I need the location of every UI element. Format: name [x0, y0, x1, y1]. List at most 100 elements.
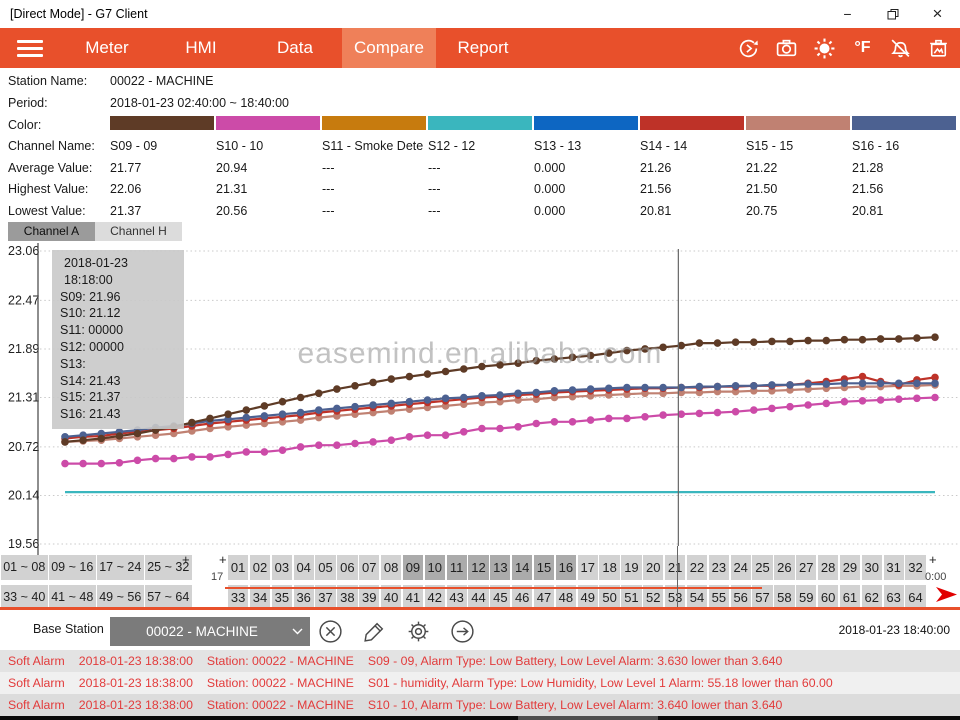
channel-cell-11[interactable]: 11	[447, 555, 467, 580]
channel-cell-27[interactable]: 27	[796, 555, 816, 580]
menu-item-meter[interactable]: Meter	[60, 28, 154, 68]
zoom-plus-right[interactable]: +	[929, 552, 937, 567]
channel-cell-03[interactable]: 03	[272, 555, 292, 580]
channel-cell-32[interactable]: 32	[905, 555, 925, 580]
channel-cell-12[interactable]: 12	[468, 555, 488, 580]
channel-cell-02[interactable]: 02	[250, 555, 270, 580]
camera-icon[interactable]	[775, 37, 798, 60]
clear-images-icon[interactable]	[927, 37, 950, 60]
alarm-time: 2018-01-23 18:38:00	[79, 676, 193, 690]
mute-alarm-icon[interactable]	[889, 37, 912, 60]
export-icon[interactable]	[448, 617, 476, 645]
zoom-plus-left[interactable]: +	[182, 552, 190, 567]
bottom-edge-segment	[518, 716, 658, 720]
svg-text:22.47: 22.47	[8, 293, 39, 307]
refresh-icon[interactable]	[737, 37, 760, 60]
channel-cell-09[interactable]: 09	[403, 555, 423, 580]
channel-highest: 0.000	[534, 182, 636, 196]
channel-cell-14[interactable]: 14	[512, 555, 532, 580]
menu-bar: MeterHMIDataCompareReport	[0, 28, 960, 68]
next-page-arrow[interactable]	[934, 585, 959, 609]
channel-cell-13[interactable]: 13	[490, 555, 510, 580]
group-button-17~24[interactable]: 17 ~ 24	[97, 555, 144, 580]
channel-name: S14 - 14	[640, 139, 742, 153]
channel-cell-05[interactable]: 05	[315, 555, 335, 580]
channel-cell-01[interactable]: 01	[228, 555, 248, 580]
channel-cell-07[interactable]: 07	[359, 555, 379, 580]
channel-cell-20[interactable]: 20	[643, 555, 663, 580]
title-bar: [Direct Mode] - G7 Client − ×	[0, 0, 960, 28]
channel-cell-25[interactable]: 25	[752, 555, 772, 580]
channel-color-swatch	[640, 116, 744, 130]
channel-cell-29[interactable]: 29	[840, 555, 860, 580]
channel-cell-08[interactable]: 08	[381, 555, 401, 580]
channel-lowest: ---	[322, 204, 424, 218]
channel-cell-18[interactable]: 18	[599, 555, 619, 580]
fahrenheit-icon[interactable]: °F	[851, 37, 874, 60]
menu-item-hmi[interactable]: HMI	[154, 28, 248, 68]
alarm-row[interactable]: Soft Alarm2018-01-23 18:38:00Station: 00…	[0, 694, 960, 716]
channel-cell-26[interactable]: 26	[774, 555, 794, 580]
menu-item-data[interactable]: Data	[248, 28, 342, 68]
alarm-detail: S01 - humidity, Alarm Type: Low Humidity…	[368, 676, 833, 690]
minimize-button[interactable]: −	[825, 0, 870, 28]
channel-cell-06[interactable]: 06	[337, 555, 357, 580]
hamburger-icon[interactable]	[0, 40, 60, 57]
channel-cell-30[interactable]: 30	[862, 555, 882, 580]
channel-cell-28[interactable]: 28	[818, 555, 838, 580]
close-button[interactable]: ×	[915, 0, 960, 28]
settings-icon[interactable]	[404, 617, 432, 645]
channel-cell-15[interactable]: 15	[534, 555, 554, 580]
toolbar-icons	[316, 617, 476, 645]
alarm-row[interactable]: Soft Alarm2018-01-23 18:38:00Station: 00…	[0, 650, 960, 672]
alarm-type: Soft Alarm	[8, 698, 65, 712]
current-timestamp: 2018-01-23 18:40:00	[839, 623, 950, 637]
tooltip-value: S16: 21.43	[60, 406, 178, 423]
zoom-plus-mid[interactable]: +	[219, 552, 227, 567]
brightness-icon[interactable]	[813, 37, 836, 60]
channel-cell-23[interactable]: 23	[709, 555, 729, 580]
menu-item-report[interactable]: Report	[436, 28, 530, 68]
menu-item-compare[interactable]: Compare	[342, 28, 436, 68]
channel-cell-04[interactable]: 04	[294, 555, 314, 580]
x-axis-label-left-fragment: 17	[211, 571, 223, 583]
channel-average: 20.94	[216, 161, 318, 175]
channel-cell-17[interactable]: 17	[578, 555, 598, 580]
channel-highest: ---	[322, 182, 424, 196]
alarm-station: Station: 00022 - MACHINE	[207, 676, 354, 690]
group-button-09~16[interactable]: 09 ~ 16	[49, 555, 96, 580]
channel-name: S15 - 15	[746, 139, 848, 153]
channel-color-swatch	[216, 116, 320, 130]
channel-cell-31[interactable]: 31	[884, 555, 904, 580]
channel-cell-10[interactable]: 10	[425, 555, 445, 580]
svg-text:23.06: 23.06	[8, 244, 39, 258]
tab-channel-a[interactable]: Channel A	[8, 222, 95, 241]
channel-cell-22[interactable]: 22	[687, 555, 707, 580]
window-controls: − ×	[825, 0, 960, 28]
alarm-detail: S09 - 09, Alarm Type: Low Battery, Low L…	[368, 654, 782, 668]
tab-channel-h[interactable]: Channel H	[95, 222, 182, 241]
restore-button[interactable]	[870, 0, 915, 28]
edit-icon[interactable]	[360, 617, 388, 645]
alarm-row[interactable]: Soft Alarm2018-01-23 18:38:00Station: 00…	[0, 672, 960, 694]
base-station-dropdown[interactable]: 00022 - MACHINE	[110, 617, 310, 646]
base-station-label: Base Station	[33, 622, 104, 636]
channel-lowest: 20.81	[852, 204, 954, 218]
cursor-line-extension	[677, 546, 678, 607]
station-name-label: Station Name:	[8, 74, 87, 88]
channel-cell-16[interactable]: 16	[556, 555, 576, 580]
channel-cell-24[interactable]: 24	[731, 555, 751, 580]
channel-highest: 22.06	[110, 182, 212, 196]
group-button-01~08[interactable]: 01 ~ 08	[1, 555, 48, 580]
period-label: Period:	[8, 96, 48, 110]
chevron-down-icon	[284, 628, 310, 635]
channel-name: S16 - 16	[852, 139, 954, 153]
restore-icon	[887, 8, 899, 20]
channel-average: 21.28	[852, 161, 954, 175]
channel-cell-21[interactable]: 21	[665, 555, 685, 580]
alarm-time: 2018-01-23 18:38:00	[79, 654, 193, 668]
alarm-time: 2018-01-23 18:38:00	[79, 698, 193, 712]
channel-cell-19[interactable]: 19	[621, 555, 641, 580]
cancel-icon[interactable]	[316, 617, 344, 645]
channel-lowest: 21.37	[110, 204, 212, 218]
